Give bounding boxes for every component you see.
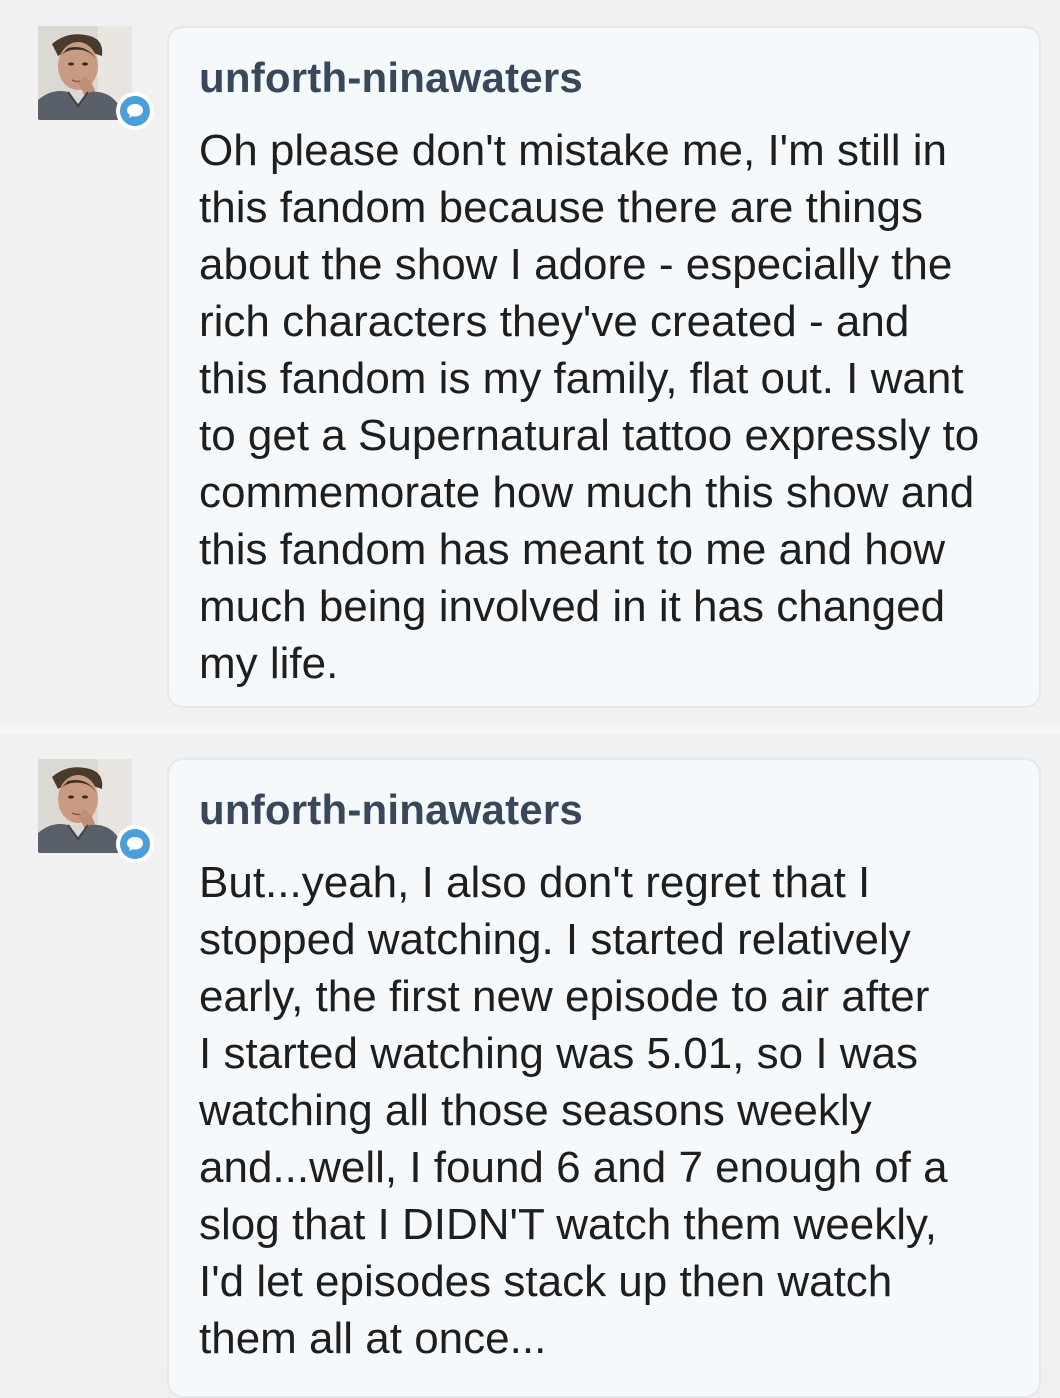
chat-badge[interactable]	[116, 825, 154, 863]
avatar-container[interactable]	[38, 759, 154, 863]
message-text: Oh please don't mistake me, I'm still in…	[199, 126, 980, 688]
message-bubble: unforth-ninawaters Oh please don't mista…	[167, 26, 1041, 708]
message-row: unforth-ninawaters Oh please don't mista…	[0, 0, 1060, 725]
username-link[interactable]: unforth-ninawaters	[199, 788, 1015, 832]
message-divider	[0, 725, 1060, 733]
message-bubble: unforth-ninawaters But...yeah, I also do…	[167, 758, 1041, 1398]
chat-badge[interactable]	[116, 92, 154, 130]
message-thread: unforth-ninawaters Oh please don't mista…	[0, 0, 1060, 1398]
chat-bubble-icon	[120, 96, 150, 126]
message-row: unforth-ninawaters But...yeah, I also do…	[0, 733, 1060, 1398]
username-link[interactable]: unforth-ninawaters	[199, 56, 1015, 100]
avatar-container[interactable]	[38, 26, 154, 130]
chat-bubble-icon	[120, 829, 150, 859]
message-text: But...yeah, I also don't regret that I s…	[199, 858, 948, 1363]
